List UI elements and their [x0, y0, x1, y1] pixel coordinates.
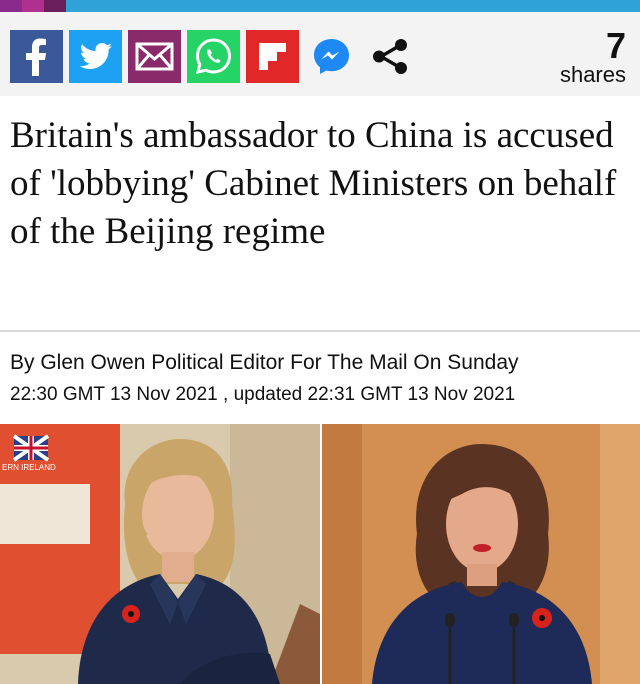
share-count-number: 7	[605, 25, 626, 66]
messenger-icon	[314, 39, 349, 74]
article-headline: Britain's ambassador to China is accused…	[10, 115, 617, 252]
divider	[0, 330, 640, 332]
article-dateline: 22:30 GMT 13 Nov 2021 , updated 22:31 GM…	[10, 382, 515, 408]
top-color-strip	[0, 0, 640, 12]
photo-left: ERN IRELAND	[0, 424, 320, 684]
email-share-button[interactable]	[128, 30, 181, 83]
share-count-label: shares	[559, 62, 626, 87]
microphone-icon	[509, 613, 519, 627]
twitter-icon	[79, 43, 112, 69]
photo-right	[322, 424, 640, 684]
facebook-icon	[26, 38, 46, 76]
share-count: 7 shares	[560, 28, 626, 86]
share-icon	[373, 39, 407, 74]
dateline-separator: , updated	[217, 384, 308, 405]
flipboard-icon	[259, 43, 286, 70]
whatsapp-icon	[195, 38, 232, 74]
email-icon	[135, 42, 174, 71]
share-more-button[interactable]	[364, 30, 417, 83]
messenger-share-button[interactable]	[305, 30, 358, 83]
updated-time: 22:31 GMT 13 Nov 2021	[307, 384, 516, 405]
microphone-icon	[445, 613, 455, 627]
facebook-share-button[interactable]	[10, 30, 63, 83]
flipboard-share-button[interactable]	[246, 30, 299, 83]
article-byline: By Glen Owen Political Editor For The Ma…	[10, 351, 519, 374]
sign-text: ERN IRELAND	[2, 463, 56, 472]
share-bar: 7 shares	[0, 12, 640, 96]
whatsapp-share-button[interactable]	[187, 30, 240, 83]
twitter-share-button[interactable]	[69, 30, 122, 83]
published-time: 22:30 GMT 13 Nov 2021	[10, 384, 218, 405]
